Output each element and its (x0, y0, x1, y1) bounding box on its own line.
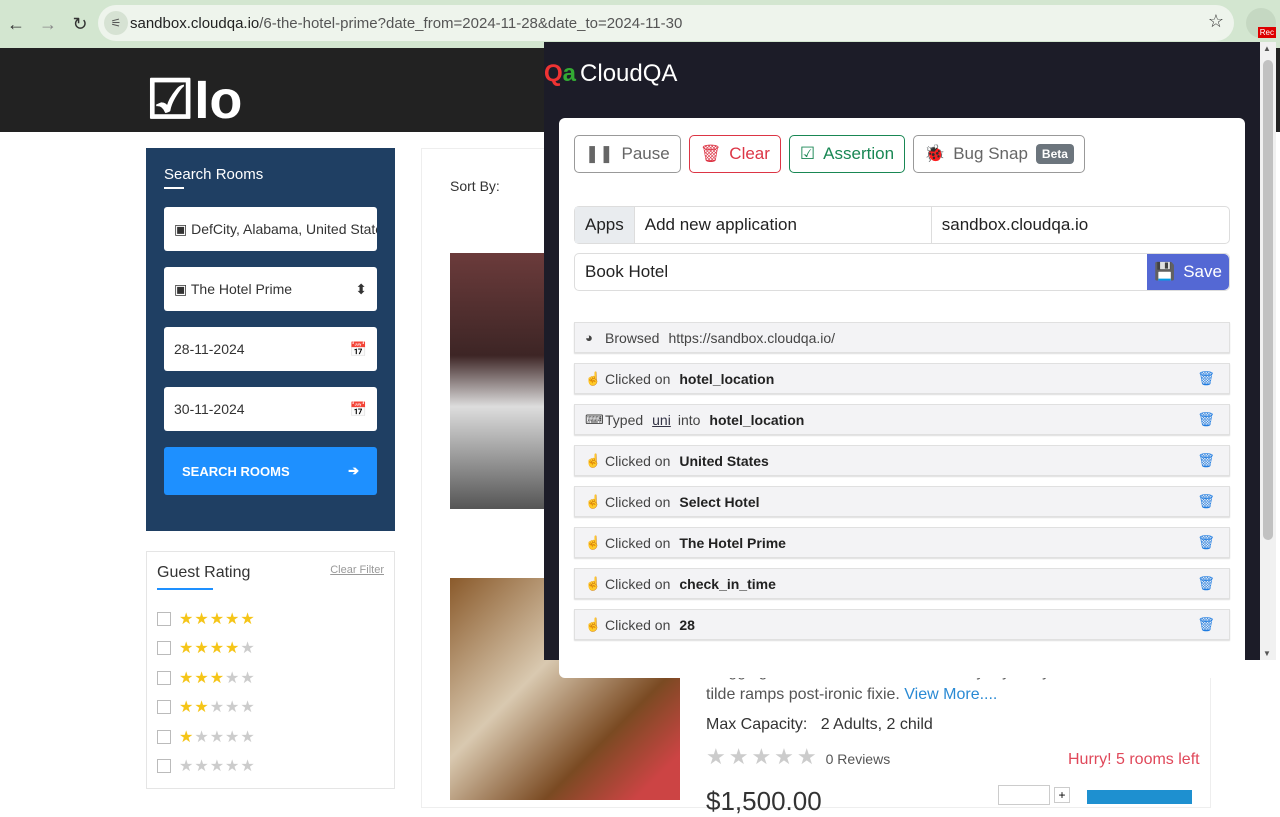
floppy-icon: 💾 (1154, 262, 1175, 282)
rating-option[interactable]: ★★★★★ (157, 752, 384, 782)
rating-option[interactable]: ★★★★★ (157, 663, 384, 693)
test-name-row: Book Hotel 💾Save (574, 253, 1230, 291)
rating-checkbox[interactable] (157, 759, 171, 773)
rating-checkbox[interactable] (157, 612, 171, 626)
recorded-step[interactable]: ◕Browsedhttps://sandbox.cloudqa.io/ (574, 322, 1230, 353)
stars-icon: ★★★★★ (179, 638, 256, 658)
room-price: $1,500.00 (706, 786, 822, 817)
pointer-icon: ☝ (585, 576, 605, 592)
keyboard-icon: ⌨ (585, 412, 605, 428)
pointer-icon: ☝ (585, 453, 605, 469)
cloudqa-recorder-panel: QaCloudQA ❚❚Pause 🗑Clear ☑Assertion 🐞Bug… (544, 42, 1260, 660)
stars-icon: ★★★★★ (179, 609, 256, 629)
calendar-icon: 📅 (350, 401, 367, 418)
view-more-link[interactable]: View More.... (904, 686, 997, 703)
browser-toolbar: ← → ↻ ⚟ sandbox.cloudqa.io/6-the-hotel-p… (0, 0, 1280, 48)
recorded-step[interactable]: ☝Clicked onThe Hotel Prime🗑 (574, 527, 1230, 558)
recorded-steps: ◕Browsedhttps://sandbox.cloudqa.io/ ☝Clic… (574, 322, 1230, 650)
checkbox-icon: ☑ (800, 144, 815, 164)
search-title: Search Rooms (164, 166, 377, 183)
search-rooms-panel: Search Rooms ▣ DefCity, Alabama, United … (146, 148, 395, 531)
rating-option[interactable]: ★★★★★ (157, 604, 384, 634)
room-image[interactable] (450, 253, 550, 509)
recorded-step[interactable]: ☝Clicked on28🗑 (574, 609, 1230, 640)
hotel-select[interactable]: ▣ The Hotel Prime⬍ (164, 267, 377, 311)
back-icon[interactable]: ← (0, 14, 32, 35)
quantity-plus-button[interactable]: + (1054, 787, 1070, 803)
pointer-icon: ☝ (585, 371, 605, 387)
check-out-input[interactable]: 30-11-2024📅 (164, 387, 377, 431)
quantity-input[interactable] (998, 785, 1050, 805)
apps-row: Apps Add new application sandbox.cloudqa… (574, 206, 1230, 244)
stars-icon: ★★★★★ (179, 727, 256, 747)
max-capacity: Max Capacity: 2 Adults, 2 child (706, 716, 933, 734)
app-url-input[interactable]: sandbox.cloudqa.io (932, 207, 1099, 243)
pointer-icon: ☝ (585, 494, 605, 510)
location-input[interactable]: ▣ DefCity, Alabama, United States (164, 207, 377, 251)
sort-by-label: Sort By: (450, 178, 500, 194)
search-rooms-button[interactable]: SEARCH ROOMS➔ (164, 447, 377, 495)
assertion-button[interactable]: ☑Assertion (789, 135, 905, 173)
test-name-input[interactable]: Book Hotel (575, 254, 1147, 290)
pause-icon: ❚❚ (585, 144, 614, 164)
reload-icon[interactable]: ↻ (64, 14, 96, 35)
rating-checkbox[interactable] (157, 671, 171, 685)
pointer-icon: ☝ (585, 617, 605, 633)
rating-option[interactable]: ★★★★★ (157, 722, 384, 752)
recorded-step[interactable]: ☝Clicked onhotel_location🗑 (574, 363, 1230, 394)
trash-icon: 🗑 (700, 144, 722, 164)
panel-scrollbar[interactable]: ▲▼ (1260, 42, 1276, 660)
forward-icon[interactable]: → (32, 14, 64, 35)
address-bar[interactable]: ⚟ sandbox.cloudqa.io/6-the-hotel-prime?d… (98, 5, 1234, 41)
bug-icon: 🐞 (924, 144, 945, 164)
select-arrows-icon: ⬍ (355, 281, 367, 298)
rating-checkbox[interactable] (157, 700, 171, 714)
rooms-left-notice: Hurry! 5 rooms left (1068, 751, 1200, 769)
recorded-step[interactable]: ⌨Typeduniintohotel_location🗑 (574, 404, 1230, 435)
clear-button[interactable]: 🗑Clear (689, 135, 781, 173)
cloudqa-logo: QaCloudQA (544, 60, 677, 88)
site-logo[interactable]: ☑Io (146, 68, 242, 131)
delete-step-icon[interactable]: 🗑 (1197, 534, 1215, 551)
delete-step-icon[interactable]: 🗑 (1197, 370, 1215, 387)
rating-checkbox[interactable] (157, 730, 171, 744)
save-button[interactable]: 💾Save (1147, 254, 1229, 290)
delete-step-icon[interactable]: 🗑 (1197, 411, 1215, 428)
bookmark-star-icon[interactable]: ☆ (1208, 11, 1224, 32)
delete-step-icon[interactable]: 🗑 (1197, 616, 1215, 633)
stars-icon: ★★★★★ (179, 668, 256, 688)
stars-icon: ★★★★★ (179, 756, 256, 776)
cloudqa-extension-icon[interactable]: Rec (1246, 8, 1276, 38)
rating-checkbox[interactable] (157, 641, 171, 655)
guest-rating-filter: Guest Rating Clear Filter ★★★★★★★★★★★★★★… (146, 551, 395, 789)
app-select[interactable]: Add new application (635, 207, 932, 243)
rating-option[interactable]: ★★★★★ (157, 693, 384, 723)
check-in-input[interactable]: 28-11-2024📅 (164, 327, 377, 371)
book-button[interactable] (1087, 790, 1192, 804)
pause-button[interactable]: ❚❚Pause (574, 135, 681, 173)
pointer-icon: ☝ (585, 535, 605, 551)
room-reviews: ★★★★★0 Reviews (706, 744, 890, 770)
delete-step-icon[interactable]: 🗑 (1197, 575, 1215, 592)
recorded-step[interactable]: ☝Clicked onUnited States🗑 (574, 445, 1230, 476)
delete-step-icon[interactable]: 🗑 (1197, 493, 1215, 510)
clear-filter-link[interactable]: Clear Filter (330, 564, 384, 576)
recorded-step[interactable]: ☝Clicked oncheck_in_time🗑 (574, 568, 1230, 599)
bug-snap-button[interactable]: 🐞Bug SnapBeta (913, 135, 1085, 173)
beta-badge: Beta (1036, 144, 1074, 164)
delete-step-icon[interactable]: 🗑 (1197, 452, 1215, 469)
arrow-right-icon: ➔ (348, 463, 359, 479)
stars-icon: ★★★★★ (179, 697, 256, 717)
recorded-step[interactable]: ☝Clicked onSelect Hotel🗑 (574, 486, 1230, 517)
rating-option[interactable]: ★★★★★ (157, 634, 384, 664)
site-info-icon[interactable]: ⚟ (104, 11, 128, 35)
calendar-icon: 📅 (350, 341, 367, 358)
globe-icon: ◕ (585, 330, 605, 345)
